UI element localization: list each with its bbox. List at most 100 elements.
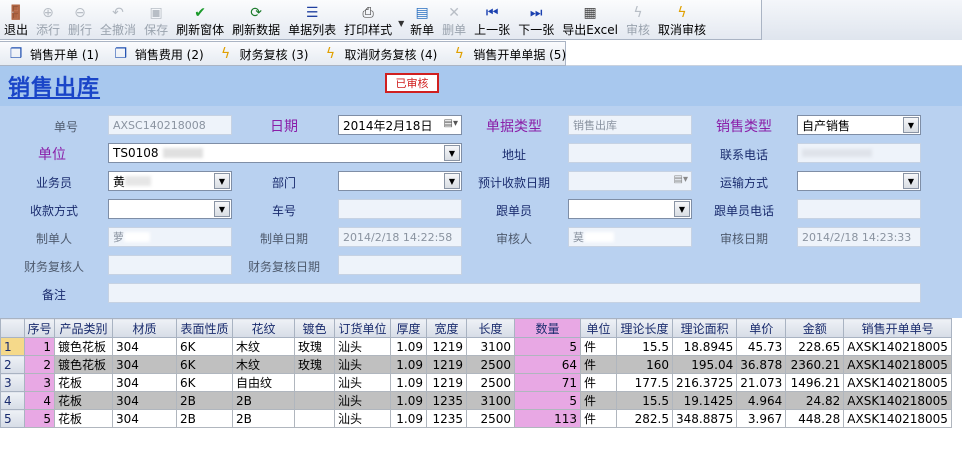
table-cell[interactable]: 4.964	[736, 391, 787, 410]
toolbar-button-0[interactable]: 🚪 退出	[0, 0, 32, 40]
reviewer-field[interactable]: 莫	[568, 227, 692, 247]
table-cell[interactable]: 228.65	[785, 337, 845, 356]
row-header[interactable]: 2	[0, 355, 25, 374]
toolbar-button-12[interactable]: ⏭ 下一张	[514, 0, 558, 40]
table-cell[interactable]: 件	[580, 391, 617, 410]
table-cell[interactable]: AXSK140218005	[843, 337, 952, 356]
table-row[interactable]: 3 3 花板 304 6K 自由纹 汕头 1.09 1219 2500 71 件 177.5 216.37…	[0, 373, 952, 392]
row-header[interactable]: 4	[0, 391, 25, 410]
tab-2[interactable]: ϟ 财务复核 (3)	[210, 42, 315, 66]
toolbar-button-2[interactable]: ⊖ 删行	[64, 0, 96, 40]
table-cell[interactable]: 玫瑰	[294, 337, 335, 356]
table-cell[interactable]: 1.09	[390, 337, 427, 356]
follower-select[interactable]: ▼	[568, 199, 692, 219]
table-cell[interactable]: 64	[514, 355, 581, 374]
follower-phone-field[interactable]	[797, 199, 921, 219]
finance-review-date-field[interactable]	[338, 255, 462, 275]
column-header[interactable]: 宽度	[426, 318, 467, 338]
table-cell[interactable]: 自由纹	[232, 373, 295, 392]
table-cell[interactable]: 195.04	[671, 355, 738, 374]
table-cell[interactable]: 镀色花板	[54, 355, 113, 374]
row-header[interactable]: 5	[0, 409, 25, 428]
column-header[interactable]: 销售开单单号	[843, 318, 952, 338]
column-header[interactable]: 理论面积	[671, 318, 738, 338]
column-header[interactable]: 厚度	[390, 318, 427, 338]
dept-select[interactable]: ▼	[338, 171, 462, 191]
table-cell[interactable]: 160	[616, 355, 673, 374]
toolbar-button-8[interactable]: ⎙ 打印样式	[340, 0, 396, 40]
tab-3[interactable]: ϟ 取消财务复核 (4)	[314, 42, 443, 66]
column-header[interactable]: 长度	[466, 318, 515, 338]
toolbar-button-1[interactable]: ⊕ 添行	[32, 0, 64, 40]
table-cell[interactable]: 216.3725	[671, 373, 738, 392]
column-header[interactable]: 金额	[785, 318, 845, 338]
table-cell[interactable]: 件	[580, 355, 617, 374]
table-cell[interactable]: 件	[580, 373, 617, 392]
table-cell[interactable]: 45.73	[736, 337, 787, 356]
table-cell[interactable]: 1496.21	[785, 373, 845, 392]
table-cell[interactable]: 汕头	[334, 337, 391, 356]
remark-field[interactable]	[108, 283, 921, 303]
column-header[interactable]: 理论长度	[616, 318, 673, 338]
toolbar-button-13[interactable]: ▦ 导出Excel	[558, 0, 622, 40]
toolbar-button-5[interactable]: ✔ 刷新窗体	[172, 0, 228, 40]
table-cell[interactable]: 2500	[466, 409, 515, 428]
table-cell[interactable]: 汕头	[334, 373, 391, 392]
reviewed-date-field[interactable]: 2014/2/18 14:23:33	[797, 227, 921, 247]
table-cell[interactable]: 镀色花板	[54, 337, 113, 356]
table-cell[interactable]: 3	[24, 373, 55, 392]
table-cell[interactable]: 汕头	[334, 355, 391, 374]
toolbar-button-10[interactable]: ✕ 删单	[438, 0, 470, 40]
table-cell[interactable]: 花板	[54, 373, 113, 392]
table-cell[interactable]	[294, 373, 335, 392]
toolbar-button-15[interactable]: ϟ 取消审核	[654, 0, 710, 40]
table-cell[interactable]: 1	[24, 337, 55, 356]
column-header[interactable]: 材质	[112, 318, 177, 338]
table-cell[interactable]: 花板	[54, 409, 113, 428]
unit-select[interactable]: TS0108 ▼	[108, 143, 462, 163]
table-cell[interactable]: 282.5	[616, 409, 673, 428]
table-cell[interactable]: 1235	[426, 409, 467, 428]
table-cell[interactable]: 件	[580, 409, 617, 428]
table-cell[interactable]: 汕头	[334, 409, 391, 428]
chevron-down-icon[interactable]: ▼	[903, 117, 919, 133]
chevron-down-icon[interactable]: ▼	[214, 201, 230, 217]
column-header[interactable]: 产品类别	[54, 318, 113, 338]
table-cell[interactable]: 5	[24, 409, 55, 428]
salesman-select[interactable]: 黄 ▼	[108, 171, 232, 191]
toolbar-button-9[interactable]: ▤ 新单	[406, 0, 438, 40]
table-cell[interactable]: 15.5	[616, 337, 673, 356]
toolbar-button-11[interactable]: ⏮ 上一张	[470, 0, 514, 40]
table-cell[interactable]: 24.82	[785, 391, 845, 410]
table-cell[interactable]: 1235	[426, 391, 467, 410]
chevron-down-icon[interactable]: ▼	[674, 201, 690, 217]
table-cell[interactable]: 304	[112, 337, 177, 356]
tab-1[interactable]: ❐ 销售费用 (2)	[105, 42, 210, 66]
table-cell[interactable]: 木纹	[232, 355, 295, 374]
table-cell[interactable]: 113	[514, 409, 581, 428]
table-cell[interactable]: 2B	[232, 409, 295, 428]
chevron-down-icon[interactable]: ▼	[214, 173, 230, 189]
table-cell[interactable]: 2B	[176, 409, 233, 428]
table-cell[interactable]: 3100	[466, 391, 515, 410]
creator-field[interactable]: 萝	[108, 227, 232, 247]
table-cell[interactable]: AXSK140218005	[843, 373, 952, 392]
payment-select[interactable]: ▼	[108, 199, 232, 219]
table-cell[interactable]: 5	[514, 391, 581, 410]
table-cell[interactable]: 6K	[176, 337, 233, 356]
table-cell[interactable]: 1219	[426, 373, 467, 392]
table-cell[interactable]: 1.09	[390, 355, 427, 374]
table-cell[interactable]: 348.8875	[671, 409, 738, 428]
toolbar-button-3[interactable]: ↶ 全撤消	[96, 0, 140, 40]
table-cell[interactable]: AXSK140218005	[843, 391, 952, 410]
table-cell[interactable]: 1219	[426, 337, 467, 356]
toolbar-button-4[interactable]: ▣ 保存	[140, 0, 172, 40]
column-header[interactable]: 镀色	[294, 318, 335, 338]
table-cell[interactable]: 1.09	[390, 373, 427, 392]
table-cell[interactable]: 6K	[176, 355, 233, 374]
table-cell[interactable]: 玫瑰	[294, 355, 335, 374]
column-header[interactable]: 表面性质	[176, 318, 233, 338]
table-cell[interactable]: 15.5	[616, 391, 673, 410]
toolbar-button-14[interactable]: ϟ 审核	[622, 0, 654, 40]
calendar-icon[interactable]: ▤▾	[674, 174, 688, 185]
